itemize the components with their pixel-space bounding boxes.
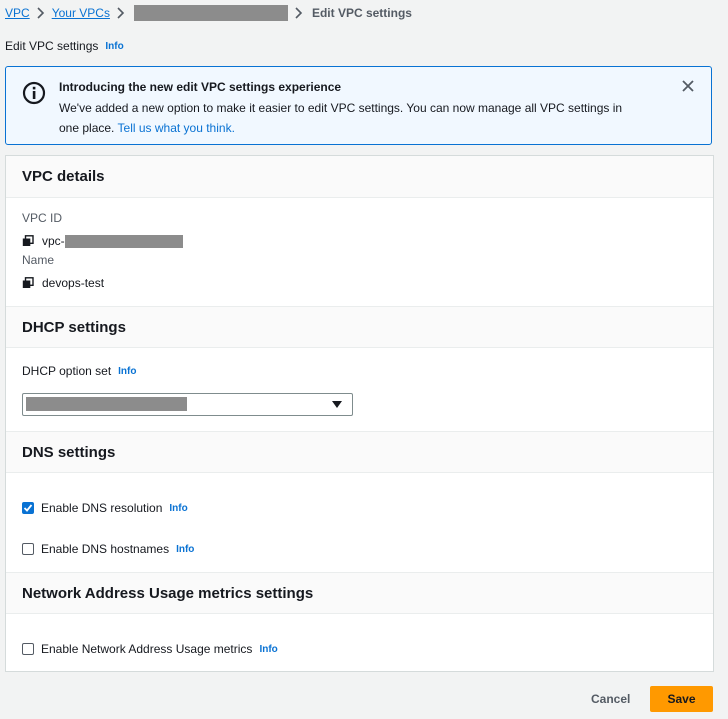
breadcrumb-current: Edit VPC settings (311, 6, 412, 20)
breadcrumb-redacted-vpc[interactable] (133, 5, 288, 21)
info-banner: Introducing the new edit VPC settings ex… (5, 66, 712, 145)
banner-feedback-link[interactable]: Tell us what you think. (118, 121, 235, 135)
page-title: Edit VPC settings Info (5, 39, 124, 53)
vpc-details-header: VPC details (6, 156, 713, 198)
nau-metrics-row: Enable Network Address Usage metrics Inf… (22, 642, 278, 656)
name-value: devops-test (22, 276, 104, 290)
dns-resolution-label: Enable DNS resolution (41, 501, 163, 515)
chevron-right-icon (114, 7, 128, 19)
name-value-text: devops-test (42, 276, 105, 290)
dns-resolution-checkbox[interactable] (22, 502, 34, 514)
nau-info-link[interactable]: Info (259, 644, 277, 655)
dns-settings-header: DNS settings (6, 431, 713, 473)
dns-hostnames-info-link[interactable]: Info (176, 544, 194, 555)
info-circle-icon (22, 81, 46, 105)
dns-resolution-info-link[interactable]: Info (169, 503, 187, 514)
chevron-right-icon (292, 7, 306, 19)
dhcp-info-link[interactable]: Info (118, 366, 136, 377)
dns-resolution-row: Enable DNS resolution Info (22, 501, 188, 515)
settings-card: VPC details VPC ID vpc- Name devops-test… (5, 155, 714, 672)
dhcp-settings-header: DHCP settings (6, 306, 713, 348)
vpc-id-value: vpc- (22, 234, 183, 248)
nau-metrics-checkbox[interactable] (22, 643, 34, 655)
dns-hostnames-checkbox[interactable] (22, 543, 34, 555)
name-label: Name (22, 253, 55, 267)
vpc-id-label: VPC ID (22, 211, 63, 225)
banner-title: Introducing the new edit VPC settings ex… (59, 80, 342, 94)
caret-down-icon (332, 401, 342, 408)
dhcp-option-redacted (26, 397, 187, 411)
banner-body: We've added a new option to make it easi… (59, 98, 639, 138)
cancel-button[interactable]: Cancel (591, 692, 630, 706)
dhcp-option-label-text: DHCP option set (22, 364, 112, 378)
breadcrumb-your-vpcs-link[interactable]: Your VPCs (52, 6, 110, 20)
dns-hostnames-row: Enable DNS hostnames Info (22, 542, 194, 556)
page-title-text: Edit VPC settings (5, 39, 99, 53)
save-button[interactable]: Save (650, 686, 713, 712)
breadcrumb-vpc-link[interactable]: VPC (5, 6, 30, 20)
nau-settings-header: Network Address Usage metrics settings (6, 572, 713, 614)
vpc-id-redacted (64, 234, 183, 248)
page-info-link[interactable]: Info (105, 41, 123, 52)
chevron-right-icon (34, 7, 48, 19)
dhcp-option-label: DHCP option set Info (22, 364, 136, 378)
dns-hostnames-label: Enable DNS hostnames (41, 542, 170, 556)
close-icon[interactable] (681, 79, 695, 93)
vpc-id-prefix: vpc- (42, 234, 65, 248)
dhcp-option-set-select[interactable] (22, 393, 353, 416)
nau-metrics-label: Enable Network Address Usage metrics (41, 642, 253, 656)
copy-icon[interactable] (22, 277, 34, 289)
breadcrumb: VPC Your VPCs Edit VPC settings (5, 5, 412, 21)
copy-icon[interactable] (22, 235, 34, 247)
